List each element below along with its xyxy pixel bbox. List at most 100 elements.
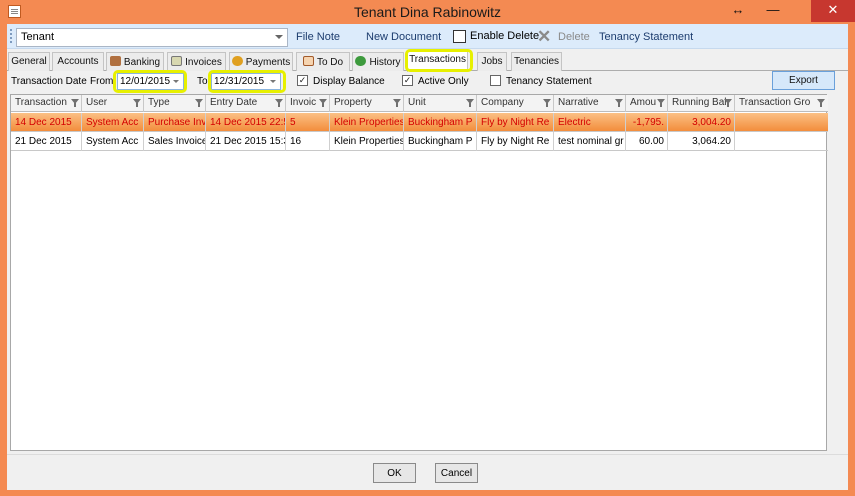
window-body: Tenant File Note New Document Enable Del…	[7, 24, 848, 490]
export-button[interactable]: Export	[772, 71, 835, 90]
tab-payments[interactable]: Payments	[229, 52, 293, 71]
column-header-unit[interactable]: Unit	[404, 95, 477, 112]
ok-button[interactable]: OK	[373, 463, 416, 483]
dialog-footer: OK Cancel	[7, 454, 848, 490]
active-only-checkbox[interactable]: ✓	[402, 75, 413, 86]
grid-header: Transaction User Type Entry Date Invoic …	[11, 95, 828, 112]
filter-icon[interactable]	[275, 99, 283, 107]
from-date-highlight	[113, 70, 187, 93]
invoices-icon	[171, 56, 183, 66]
filter-icon[interactable]	[71, 99, 79, 107]
to-label: To	[197, 76, 208, 87]
column-header-amount[interactable]: Amou	[626, 95, 668, 112]
tab-to-do[interactable]: To Do	[296, 52, 350, 71]
column-header-company[interactable]: Company	[477, 95, 554, 112]
history-icon	[355, 56, 367, 66]
cell-invoice: 16	[286, 132, 330, 151]
tab-invoices[interactable]: Invoices	[167, 52, 226, 71]
filter-icon[interactable]	[195, 99, 203, 107]
cell-transaction: 14 Dec 2015	[11, 113, 82, 132]
cell-narrative: Electric	[554, 113, 626, 132]
tab-accounts[interactable]: Accounts	[52, 52, 104, 71]
cell-type: Purchase Inv	[144, 113, 206, 132]
cell-company: Fly by Night Re	[477, 113, 554, 132]
title-bar: Tenant Dina Rabinowitz ↔ — ✕	[0, 0, 855, 24]
todo-icon	[302, 56, 314, 66]
from-label: From	[90, 76, 114, 87]
resize-icon[interactable]: ↔	[728, 0, 748, 22]
cell-running-balance: 3,064.20	[668, 132, 735, 151]
cell-transaction-group	[735, 132, 827, 151]
filter-icon[interactable]	[817, 99, 825, 107]
tab-jobs[interactable]: Jobs	[477, 52, 507, 71]
transaction-date-label: Transaction Date	[11, 76, 87, 87]
tab-history[interactable]: History	[352, 52, 404, 71]
column-header-invoice[interactable]: Invoic	[286, 95, 330, 112]
cell-unit: Buckingham P	[404, 113, 477, 132]
table-row[interactable]: 21 Dec 2015 System Acc Sales Invoice 21 …	[11, 132, 828, 151]
cell-amount: 60.00	[626, 132, 668, 151]
column-header-property[interactable]: Property	[330, 95, 404, 112]
tenancy-statement-checkbox[interactable]	[490, 75, 501, 86]
cell-running-balance: 3,004.20	[668, 113, 735, 132]
column-header-transaction-group[interactable]: Transaction Gro	[735, 95, 827, 112]
cell-transaction: 21 Dec 2015	[11, 132, 82, 151]
display-balance-label: Display Balance	[313, 76, 385, 87]
chevron-down-icon	[275, 35, 283, 39]
cancel-button[interactable]: Cancel	[435, 463, 478, 483]
payments-icon	[231, 56, 243, 66]
filter-icon[interactable]	[466, 99, 474, 107]
transactions-tab-highlight	[405, 49, 473, 72]
filter-bar: Transaction Date From 12/01/2015 To 12/3…	[7, 70, 848, 93]
tab-banking[interactable]: Banking	[106, 52, 164, 71]
tenancy-statement-button[interactable]: Tenancy Statement	[599, 31, 693, 43]
file-note-button[interactable]: File Note	[296, 31, 340, 43]
cell-type: Sales Invoice	[144, 132, 206, 151]
column-header-user[interactable]: User	[82, 95, 144, 112]
table-row[interactable]: 14 Dec 2015 System Acc Purchase Inv 14 D…	[11, 113, 828, 132]
enable-delete-label: Enable Delete	[470, 30, 540, 42]
column-header-entry-date[interactable]: Entry Date	[206, 95, 286, 112]
column-header-type[interactable]: Type	[144, 95, 206, 112]
cell-transaction-group	[735, 113, 827, 132]
filter-icon[interactable]	[319, 99, 327, 107]
minimize-button[interactable]: —	[764, 0, 782, 22]
window-title: Tenant Dina Rabinowitz	[353, 4, 502, 20]
tenant-select-value: Tenant	[21, 31, 55, 43]
cell-invoice: 5	[286, 113, 330, 132]
filter-icon[interactable]	[724, 99, 732, 107]
tab-tenancies[interactable]: Tenancies	[511, 52, 562, 71]
cell-amount: -1,795.	[626, 113, 668, 132]
display-balance-checkbox[interactable]: ✓	[297, 75, 308, 86]
cell-user: System Acc	[82, 113, 144, 132]
cell-entry-date: 14 Dec 2015 22:5	[206, 113, 286, 132]
top-toolbar: Tenant File Note New Document Enable Del…	[7, 24, 848, 49]
cell-company: Fly by Night Re	[477, 132, 554, 151]
column-header-transaction[interactable]: Transaction	[11, 95, 82, 112]
filter-icon[interactable]	[543, 99, 551, 107]
delete-button[interactable]: Delete	[558, 31, 590, 43]
tenancy-statement-label: Tenancy Statement	[506, 76, 592, 87]
cell-entry-date: 21 Dec 2015 15:3	[206, 132, 286, 151]
tab-general[interactable]: General	[8, 52, 50, 71]
filter-icon[interactable]	[393, 99, 401, 107]
cell-unit: Buckingham P	[404, 132, 477, 151]
filter-icon[interactable]	[133, 99, 141, 107]
banking-icon	[109, 56, 121, 66]
new-document-button[interactable]: New Document	[366, 31, 441, 43]
transactions-grid: Transaction User Type Entry Date Invoic …	[10, 94, 828, 451]
column-header-narrative[interactable]: Narrative	[554, 95, 626, 112]
cell-user: System Acc	[82, 132, 144, 151]
toolbar-grip-icon[interactable]	[10, 29, 12, 43]
tenant-select[interactable]: Tenant	[16, 28, 288, 47]
filter-icon[interactable]	[657, 99, 665, 107]
active-only-label: Active Only	[418, 76, 469, 87]
cell-property: Klein Properties	[330, 113, 404, 132]
tab-strip: General Accounts Banking Invoices Paymen…	[7, 49, 848, 72]
close-button[interactable]: ✕	[811, 0, 855, 22]
column-header-running-balance[interactable]: Running Bal	[668, 95, 735, 112]
filter-icon[interactable]	[615, 99, 623, 107]
enable-delete-checkbox[interactable]	[453, 30, 466, 43]
tenant-window: Tenant Dina Rabinowitz ↔ — ✕ Tenant File…	[0, 0, 855, 496]
to-date-highlight	[208, 70, 286, 93]
